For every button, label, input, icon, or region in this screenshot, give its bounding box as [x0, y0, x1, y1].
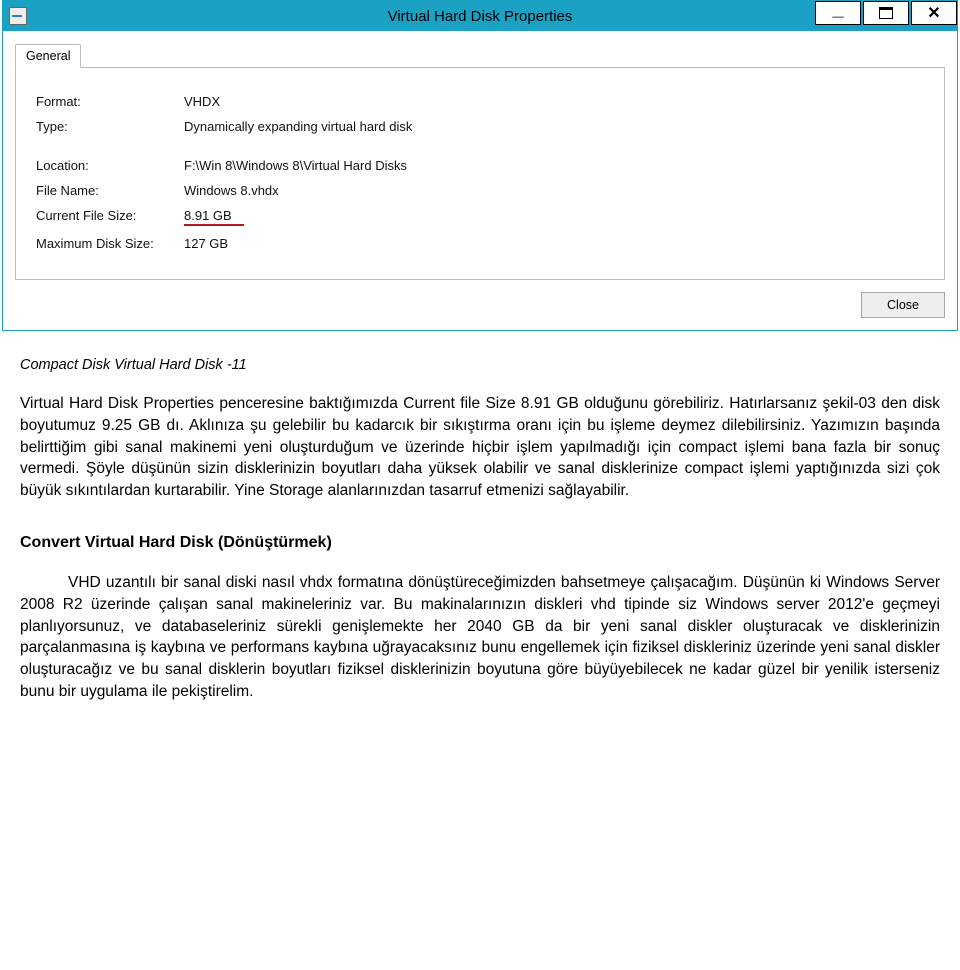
paragraph-2: VHD uzantılı bir sanal diski nasıl vhdx … [20, 572, 940, 702]
row-current-size: Current File Size: 8.91 GB [36, 208, 924, 226]
label-type: Type: [36, 119, 184, 134]
minimize-icon: _ [832, 6, 843, 12]
row-format: Format: VHDX [36, 94, 924, 109]
close-dialog-button[interactable]: Close [861, 292, 945, 318]
value-current-size: 8.91 GB [184, 208, 244, 226]
dialog-window: Virtual Hard Disk Properties _ ✕ General… [2, 0, 958, 331]
paragraph-1: Virtual Hard Disk Properties penceresine… [20, 393, 940, 501]
tab-panel-general: Format: VHDX Type: Dynamically expanding… [15, 68, 945, 280]
maximize-button[interactable] [863, 1, 909, 25]
label-location: Location: [36, 158, 184, 173]
button-bar: Close [3, 292, 957, 330]
label-max-size: Maximum Disk Size: [36, 236, 184, 251]
client-area: General Format: VHDX Type: Dynamically e… [3, 43, 957, 330]
value-max-size: 127 GB [184, 236, 924, 251]
section-heading: Convert Virtual Hard Disk (Dönüştürmek) [20, 532, 940, 554]
titlebar[interactable]: Virtual Hard Disk Properties _ ✕ [3, 1, 957, 31]
value-location: F:\Win 8\Windows 8\Virtual Hard Disks [184, 158, 924, 173]
tab-strip: General [15, 43, 945, 68]
value-type: Dynamically expanding virtual hard disk [184, 119, 924, 134]
close-icon: ✕ [927, 3, 940, 23]
label-format: Format: [36, 94, 184, 109]
close-button[interactable]: ✕ [911, 1, 957, 25]
figure-caption: Compact Disk Virtual Hard Disk -11 [20, 355, 940, 375]
value-format: VHDX [184, 94, 924, 109]
tab-general[interactable]: General [15, 44, 81, 68]
value-filename: Windows 8.vhdx [184, 183, 924, 198]
article-body: Compact Disk Virtual Hard Disk -11 Virtu… [0, 331, 960, 712]
minimize-button[interactable]: _ [815, 1, 861, 25]
row-location: Location: F:\Win 8\Windows 8\Virtual Har… [36, 158, 924, 173]
maximize-icon [879, 7, 893, 19]
row-max-size: Maximum Disk Size: 127 GB [36, 236, 924, 251]
label-current-size: Current File Size: [36, 208, 184, 226]
row-type: Type: Dynamically expanding virtual hard… [36, 119, 924, 134]
label-filename: File Name: [36, 183, 184, 198]
window-controls: _ ✕ [813, 1, 957, 25]
row-filename: File Name: Windows 8.vhdx [36, 183, 924, 198]
